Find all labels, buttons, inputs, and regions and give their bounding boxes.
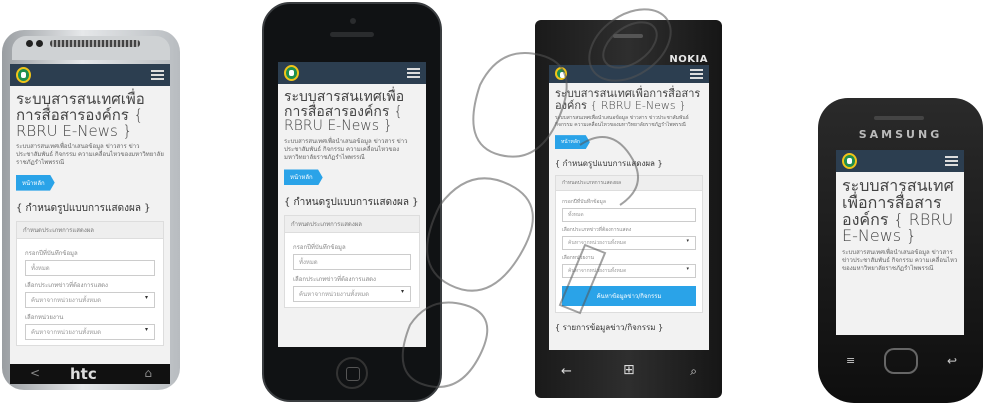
news-type-label: เลือกประเภทข่าวที่ต้องการแสดง <box>25 281 108 289</box>
breadcrumb-home[interactable]: หน้าหลัก <box>284 169 323 186</box>
display-panel: กำหนดประเภทการแสดงผล กรอกปีที่บันทึกข้อม… <box>555 175 703 314</box>
display-panel: กำหนดประเภทการแสดงผล กรอกปีที่บันทึกข้อม… <box>16 220 164 346</box>
site-description: ระบบสารสนเทศเพื่อนำเสนอข้อมูล ข่าวสาร ข่… <box>842 249 958 272</box>
hamburger-menu-icon[interactable] <box>407 68 420 78</box>
university-logo-icon[interactable] <box>16 67 31 83</box>
page-title: ระบบสารสนเทศเพื่อการสื่อสารองค์กร { RBRU… <box>284 89 405 135</box>
search-icon[interactable]: ⌕ <box>690 364 697 379</box>
earpiece-speaker <box>330 32 374 37</box>
earpiece-speaker <box>613 34 643 38</box>
section-list-heading: { รายการข้อมูลข่าว/กิจกรรม } <box>555 323 664 333</box>
windows-start-icon[interactable]: ⊞ <box>623 362 635 378</box>
panel-heading: กำหนดประเภทการแสดงผล <box>285 216 419 234</box>
agency-label: เลือกหน่วยงาน <box>562 255 594 262</box>
nokia-phone: NOKIA ระบบสารสนเทศเพื่อการสื่อสารองค์กร … <box>535 20 722 398</box>
sensor-icon <box>36 40 43 47</box>
university-logo-icon[interactable] <box>284 65 299 81</box>
iphone-screen: ระบบสารสนเทศเพื่อการสื่อสารองค์กร { RBRU… <box>278 62 426 347</box>
site-description: ระบบสารสนเทศเพื่อนำเสนอข้อมูล ข่าวสาร ข่… <box>555 115 689 128</box>
iphone: ระบบสารสนเทศเพื่อการสื่อสารองค์กร { RBRU… <box>262 2 442 402</box>
panel-heading: กำหนดประเภทการแสดงผล <box>556 176 702 192</box>
nokia-screen: ระบบสารสนเทศเพื่อการสื่อสารองค์กร { RBRU… <box>549 65 709 350</box>
breadcrumb-home[interactable]: หน้าหลัก <box>16 174 55 191</box>
nokia-nav-bar: ← ⊞ ⌕ <box>549 352 709 390</box>
speaker-grille <box>50 40 140 47</box>
agency-label: เลือกหน่วยงาน <box>25 313 64 321</box>
navbar <box>278 62 426 84</box>
year-label: กรอกปีที่บันทึกข้อมูล <box>293 244 346 252</box>
news-type-select[interactable]: ค้นหาจากหน่วยงานทั้งหมด <box>293 286 411 303</box>
page-title: ระบบสารสนเทศเพื่อการสื่อสารองค์กร { RBRU… <box>16 90 145 140</box>
htc-bottom-bar: < htc ⌂ <box>10 364 170 384</box>
hamburger-menu-icon[interactable] <box>945 156 958 166</box>
year-label: กรอกปีที่บันทึกข้อมูล <box>25 249 78 257</box>
htc-phone: ระบบสารสนเทศเพื่อการสื่อสารองค์กร { RBRU… <box>2 30 180 390</box>
site-description: ระบบสารสนเทศเพื่อนำเสนอข้อมูล ข่าวสาร ข่… <box>16 143 164 166</box>
university-logo-icon[interactable] <box>842 153 857 169</box>
navbar <box>10 64 170 86</box>
search-news-button[interactable]: ค้นหาข้อมูลข่าว/กิจกรรม <box>562 286 696 307</box>
home-button[interactable] <box>336 357 368 389</box>
agency-select[interactable]: ค้นหาจากหน่วยงานทั้งหมด <box>562 264 696 279</box>
year-input[interactable]: ทั้งหมด <box>25 259 155 276</box>
camera-icon <box>26 40 33 47</box>
navbar <box>836 150 964 172</box>
agency-select[interactable]: ค้นหาจากหน่วยงานทั้งหมด <box>25 323 155 340</box>
year-input[interactable]: ทั้งหมด <box>293 254 411 271</box>
year-input[interactable]: ทั้งหมด <box>562 208 696 223</box>
front-camera-icon <box>350 18 356 24</box>
htc-brand-logo: htc <box>70 365 97 383</box>
back-key-icon[interactable]: ↩ <box>947 354 957 368</box>
section-display-heading: { กำหนดรูปแบบการแสดงผล } <box>16 202 151 214</box>
menu-key-icon[interactable]: ≡ <box>846 354 855 367</box>
back-key-icon[interactable]: < <box>30 366 40 380</box>
home-button[interactable] <box>884 348 918 374</box>
navbar <box>549 65 709 83</box>
news-type-label: เลือกประเภทข่าวที่ต้องการแสดง <box>562 227 632 234</box>
htc-screen: ระบบสารสนเทศเพื่อการสื่อสารองค์กร { RBRU… <box>10 64 170 364</box>
samsung-brand-logo: SAMSUNG <box>858 128 943 141</box>
year-label: กรอกปีที่บันทึกข้อมูล <box>562 199 606 206</box>
news-type-select[interactable]: ค้นหาจากหน่วยงานทั้งหมด <box>25 291 155 308</box>
page-title: ระบบสารสนเทศเพื่อการสื่อสารองค์กร { RBRU… <box>842 176 954 246</box>
page-title: ระบบสารสนเทศเพื่อการสื่อสารองค์กร { RBRU… <box>555 87 701 112</box>
home-key-icon[interactable]: ⌂ <box>144 366 152 380</box>
section-display-heading: { กำหนดรูปแบบการแสดงผล } <box>555 159 663 169</box>
breadcrumb-home[interactable]: หน้าหลัก <box>555 135 590 150</box>
display-panel: กำหนดประเภทการแสดงผล กรอกปีที่บันทึกข้อม… <box>284 215 420 309</box>
panel-heading: กำหนดประเภทการแสดงผล <box>17 221 163 239</box>
site-description: ระบบสารสนเทศเพื่อนำเสนอข้อมูล ข่าวสาร ข่… <box>284 138 408 161</box>
earpiece-speaker <box>874 116 924 120</box>
nokia-brand-logo: NOKIA <box>669 54 708 65</box>
university-logo-icon[interactable] <box>555 67 567 80</box>
hamburger-menu-icon[interactable] <box>151 70 164 80</box>
samsung-phone: SAMSUNG ระบบสารสนเทศเพื่อการสื่อสารองค์ก… <box>818 98 983 403</box>
news-type-label: เลือกประเภทข่าวที่ต้องการแสดง <box>293 276 376 284</box>
section-display-heading: { กำหนดรูปแบบการแสดงผล } <box>284 197 419 209</box>
hamburger-menu-icon[interactable] <box>690 69 703 79</box>
back-arrow-icon[interactable]: ← <box>561 364 572 379</box>
samsung-screen: ระบบสารสนเทศเพื่อการสื่อสารองค์กร { RBRU… <box>836 150 964 335</box>
news-type-select[interactable]: ค้นหาจากหน่วยงานทั้งหมด <box>562 236 696 251</box>
